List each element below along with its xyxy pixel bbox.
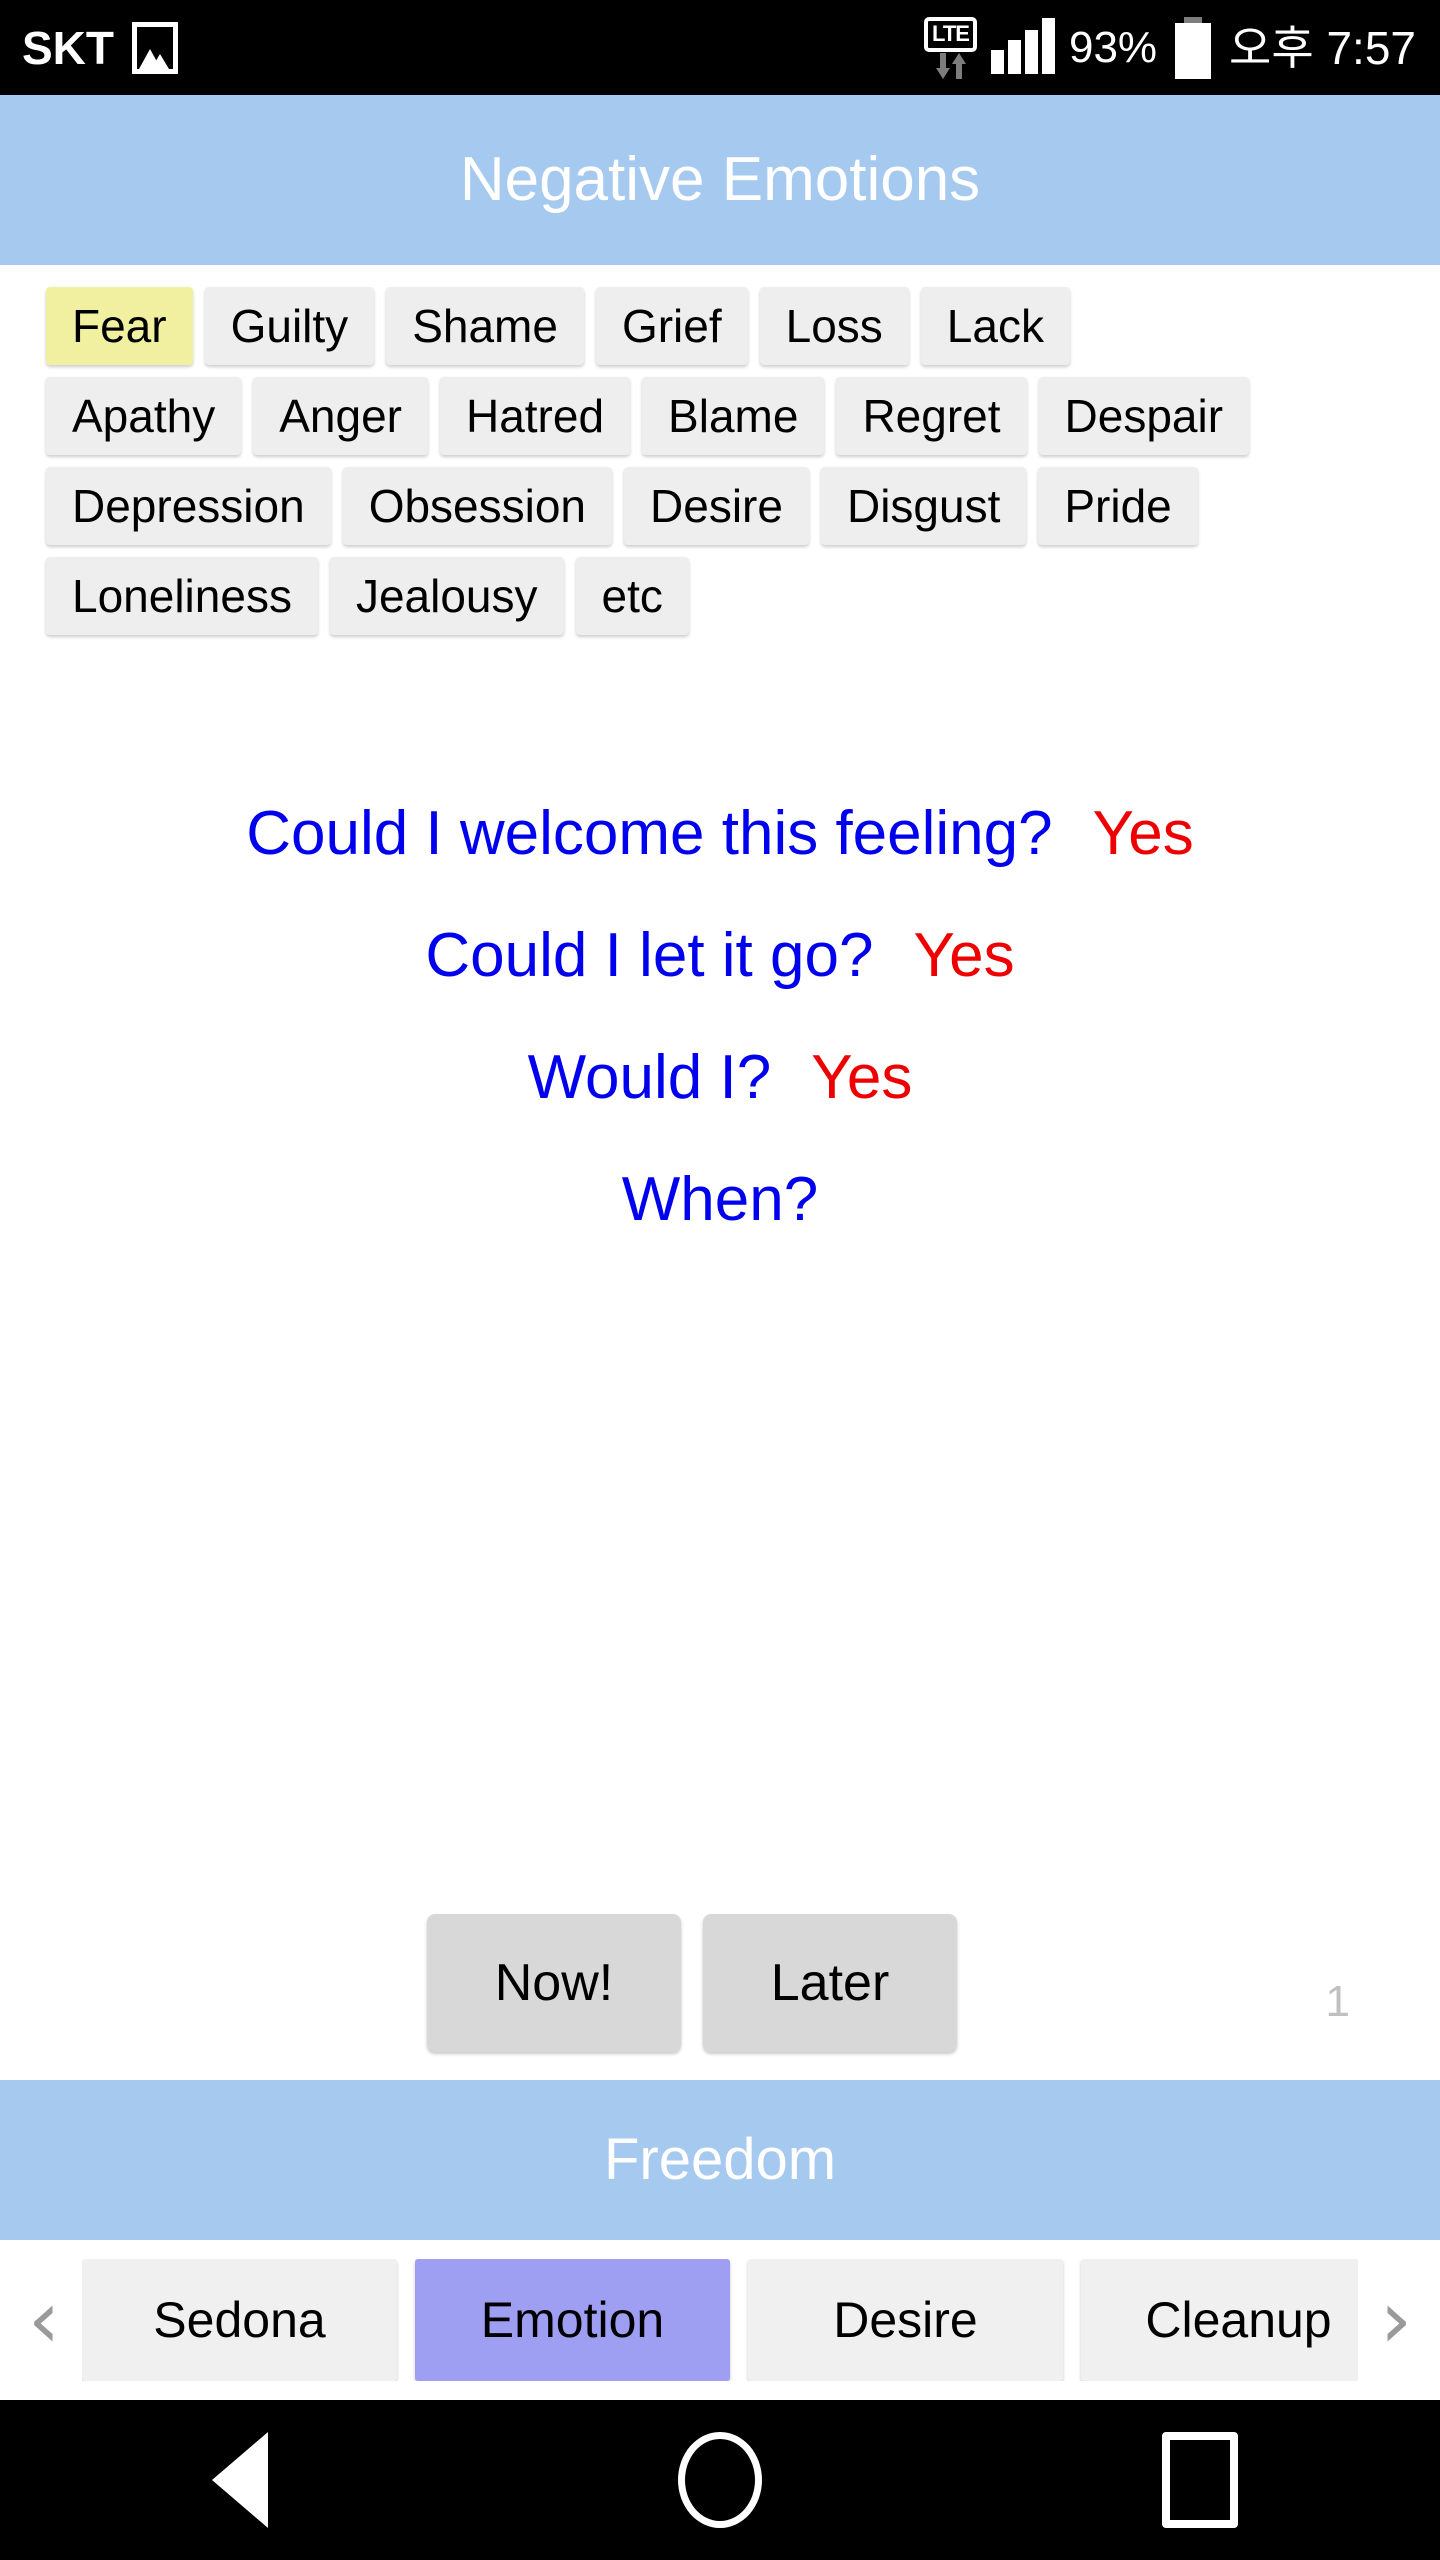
question-text: Would I? xyxy=(527,1043,772,1112)
footer-bar: Freedom xyxy=(0,2080,1440,2240)
tab-desire[interactable]: Desire xyxy=(748,2259,1063,2381)
action-buttons: Now! Later xyxy=(0,1914,1384,2052)
emotion-chip-hatred[interactable]: Hatred xyxy=(439,377,631,455)
action-button-bar: Now! Later xyxy=(0,1914,1440,2052)
emotion-row: Depression Obsession Desire Disgust Prid… xyxy=(46,467,1440,545)
lte-badge-label: LTE xyxy=(924,16,977,52)
emotion-chip-blame[interactable]: Blame xyxy=(642,377,825,455)
emotion-row: Apathy Anger Hatred Blame Regret Despair xyxy=(46,377,1440,455)
chevron-left-icon[interactable]: ‹ xyxy=(6,2280,82,2360)
page-title: Negative Emotions xyxy=(459,145,981,214)
emotion-chip-anger[interactable]: Anger xyxy=(253,377,428,455)
back-icon xyxy=(212,2432,268,2528)
recents-icon xyxy=(1162,2432,1238,2528)
answer-text[interactable]: Yes xyxy=(811,1047,912,1109)
emotion-chip-despair[interactable]: Despair xyxy=(1038,377,1250,455)
release-counter: 1 xyxy=(1325,1977,1350,2026)
home-icon xyxy=(678,2432,762,2528)
nav-recents-button[interactable] xyxy=(1095,2400,1305,2560)
main-content: Fear Guilty Shame Grief Loss Lack Apathy… xyxy=(0,265,1440,2080)
release-question-list: Could I welcome this feeling? Yes Could … xyxy=(0,803,1440,1267)
tab-cleanup[interactable]: Cleanup xyxy=(1081,2259,1358,2381)
status-bar-right: LTE 93% 오후 7:57 xyxy=(924,16,1416,79)
emotion-row: Loneliness Jealousy etc xyxy=(46,557,1440,635)
status-bar: SKT LTE 93% 오후 7:57 xyxy=(0,0,1440,95)
emotion-chip-shame[interactable]: Shame xyxy=(386,287,584,365)
chevron-right-icon[interactable]: › xyxy=(1358,2280,1434,2360)
emotion-chip-depression[interactable]: Depression xyxy=(46,467,331,545)
question-line-welcome: Could I welcome this feeling? Yes xyxy=(246,803,1194,901)
emotion-chip-disgust[interactable]: Disgust xyxy=(820,467,1027,545)
question-text: Could I let it go? xyxy=(425,921,874,990)
status-bar-left: SKT xyxy=(22,21,178,74)
page-title-bar: Negative Emotions xyxy=(0,95,1440,265)
app-screen: SKT LTE 93% 오후 7:57 Negative Emotions Fe… xyxy=(0,0,1440,2560)
signal-strength-icon xyxy=(990,17,1055,74)
emotion-chip-guilty[interactable]: Guilty xyxy=(204,287,375,365)
question-line-let-go: Could I let it go? Yes xyxy=(425,925,1014,1023)
answer-text[interactable]: Yes xyxy=(1093,803,1194,865)
question-text: Could I welcome this feeling? xyxy=(246,799,1053,868)
emotion-chip-desire[interactable]: Desire xyxy=(624,467,809,545)
question-text: When? xyxy=(621,1165,819,1234)
emotion-chip-grid: Fear Guilty Shame Grief Loss Lack Apathy… xyxy=(0,265,1440,635)
lte-indicator: LTE xyxy=(924,16,977,79)
emotion-chip-jealousy[interactable]: Jealousy xyxy=(329,557,564,635)
emotion-chip-obsession[interactable]: Obsession xyxy=(342,467,613,545)
later-button[interactable]: Later xyxy=(703,1914,957,2052)
emotion-chip-lack[interactable]: Lack xyxy=(920,287,1070,365)
emotion-chip-loss[interactable]: Loss xyxy=(759,287,909,365)
now-button[interactable]: Now! xyxy=(427,1914,681,2052)
emotion-chip-pride[interactable]: Pride xyxy=(1038,467,1198,545)
bottom-tab-bar: ‹ Sedona Emotion Desire Cleanup › xyxy=(0,2240,1440,2400)
footer-title: Freedom xyxy=(603,2127,837,2192)
emotion-chip-fear[interactable]: Fear xyxy=(46,287,193,365)
nav-home-button[interactable] xyxy=(615,2400,825,2560)
emotion-chip-apathy[interactable]: Apathy xyxy=(46,377,242,455)
emotion-chip-regret[interactable]: Regret xyxy=(836,377,1027,455)
image-icon xyxy=(132,21,178,74)
emotion-chip-etc[interactable]: etc xyxy=(575,557,689,635)
tab-sedona[interactable]: Sedona xyxy=(82,2259,397,2381)
question-line-would-i: Would I? Yes xyxy=(528,1047,913,1145)
data-transfer-arrows-icon xyxy=(935,52,966,79)
battery-icon xyxy=(1175,16,1212,79)
nav-back-button[interactable] xyxy=(135,2400,345,2560)
emotion-row: Fear Guilty Shame Grief Loss Lack xyxy=(46,287,1440,365)
android-navigation-bar xyxy=(0,2400,1440,2560)
clock-label: 오후 7:57 xyxy=(1229,21,1416,74)
emotion-chip-loneliness[interactable]: Loneliness xyxy=(46,557,318,635)
question-line-when: When? xyxy=(622,1169,818,1267)
tab-emotion[interactable]: Emotion xyxy=(415,2259,730,2381)
answer-text[interactable]: Yes xyxy=(913,925,1014,987)
carrier-label: SKT xyxy=(22,21,114,74)
battery-percent-label: 93% xyxy=(1068,22,1158,72)
tab-list: Sedona Emotion Desire Cleanup xyxy=(82,2259,1358,2381)
emotion-chip-grief[interactable]: Grief xyxy=(595,287,748,365)
